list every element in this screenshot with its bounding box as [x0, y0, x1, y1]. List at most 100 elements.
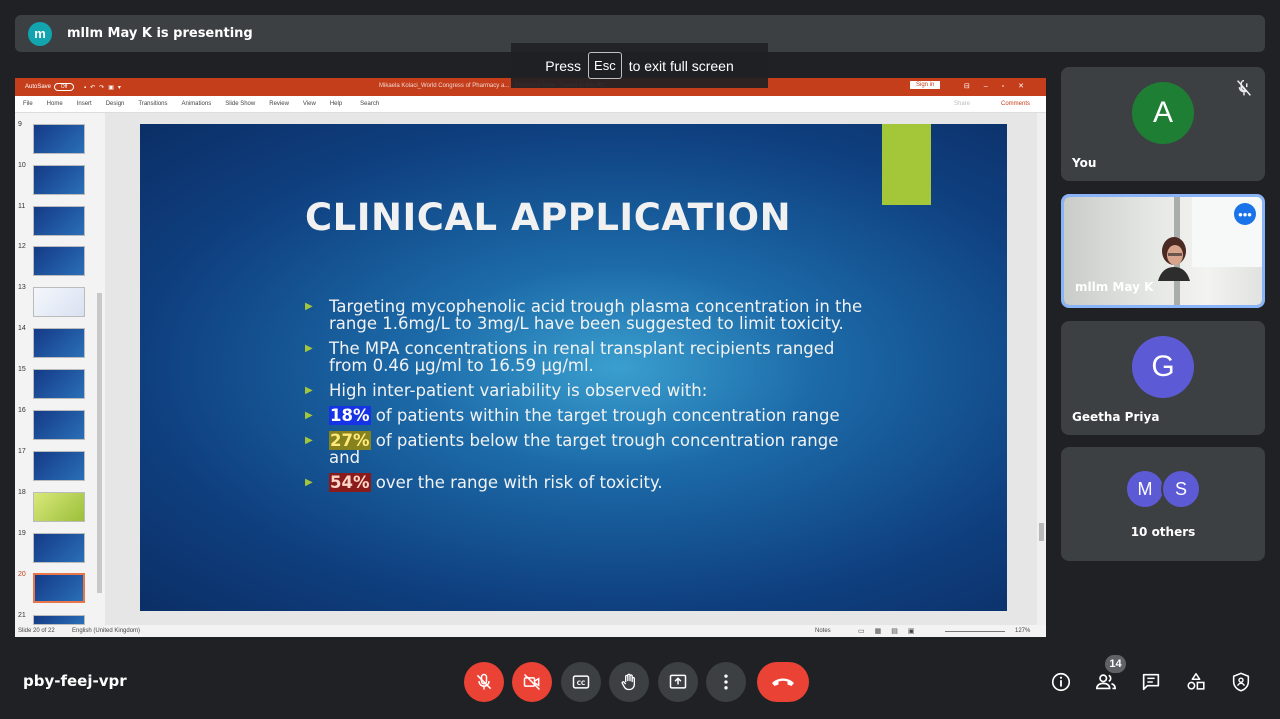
people-button[interactable]: [1093, 669, 1119, 695]
ppt-menu-file: File: [23, 101, 33, 107]
participant-tile-presenter[interactable]: ••• mllm May K: [1061, 194, 1265, 308]
status-language: English (United Kingdom): [72, 628, 141, 634]
ppt-menu-design: Design: [105, 101, 125, 107]
status-notes: Notes: [815, 628, 831, 634]
mic-toggle-button[interactable]: [464, 662, 504, 702]
bullet-item: 27% of patients below the target trough …: [305, 431, 865, 467]
participant-tile-geetha[interactable]: G Geetha Priya: [1061, 321, 1265, 435]
slide-thumbnail: [33, 533, 85, 563]
thumb-number: 18: [18, 489, 26, 496]
thumb-number: 9: [18, 121, 22, 128]
bullet-item: The MPA concentrations in renal transpla…: [305, 340, 865, 374]
raise-hand-button[interactable]: [609, 662, 649, 702]
participant-tile-you[interactable]: A You: [1061, 67, 1265, 181]
slide-thumbnail: [33, 206, 85, 236]
slide-thumbnail: [33, 410, 85, 440]
slide-thumbnail: [33, 287, 85, 317]
thumb-number: 13: [18, 284, 26, 291]
ppt-menu-review: Review: [269, 101, 289, 107]
participant-tile-others[interactable]: M S 10 others: [1061, 447, 1265, 561]
thumb-number: 10: [18, 162, 26, 169]
slide-thumbnail: [33, 369, 85, 399]
ppt-share: Share: [953, 101, 970, 107]
presenter-video-person: [1158, 237, 1190, 281]
slide-thumbnail: [33, 165, 85, 195]
end-call-button[interactable]: [757, 662, 809, 702]
ppt-menu-transitions: Transitions: [138, 101, 168, 107]
more-options-icon: [724, 674, 728, 690]
participant-name: 10 others: [1130, 525, 1196, 539]
status-slide-count: Slide 20 of 22: [18, 628, 55, 634]
bullet-item: Targeting mycophenolic acid trough plasm…: [305, 298, 865, 332]
slide-thumbnail-active: [33, 573, 85, 603]
bullet-item: 54% over the range with risk of toxicity…: [305, 473, 865, 492]
current-slide: CLINICAL APPLICATION Targeting mycopheno…: [140, 124, 1007, 611]
ppt-menu-insert: Insert: [76, 101, 92, 107]
present-icon: [669, 674, 687, 689]
thumb-number: 14: [18, 325, 26, 332]
ppt-status-bar: Slide 20 of 22 English (United Kingdom) …: [15, 625, 1046, 637]
esc-key: Esc: [588, 52, 622, 79]
thumb-number: 21: [18, 612, 26, 619]
meeting-details-button[interactable]: [1048, 669, 1074, 695]
presentation-screen: AutoSave Off ▪↶↷▣▾ Mikaela Kolaci_World …: [15, 78, 1046, 637]
ppt-comments: Comments: [1000, 101, 1030, 107]
chat-button[interactable]: [1138, 669, 1164, 695]
avatar: A: [1132, 82, 1194, 144]
others-avatars: M S: [1125, 469, 1205, 511]
info-icon: [1051, 672, 1071, 692]
slide-scroll-thumb: [1039, 523, 1044, 541]
bullet-text: over the range with risk of toxicity.: [370, 473, 663, 492]
thumb-number: 16: [18, 407, 26, 414]
ppt-menu-slideshow: Slide Show: [225, 101, 256, 107]
slide-accent-bar: [882, 124, 931, 205]
bullet-text: of patients below the target trough conc…: [329, 431, 839, 467]
ppt-ribbon-tabs: File Home Insert Design Transitions Anim…: [15, 96, 1046, 113]
avatar: M: [1125, 469, 1165, 509]
presenter-text: mllm May K is presenting: [67, 26, 253, 41]
thumb-number-active: 20: [18, 571, 26, 578]
slide-thumbnail: [33, 328, 85, 358]
more-options-icon[interactable]: •••: [1234, 203, 1256, 225]
more-options-button[interactable]: [706, 662, 746, 702]
slide-title: CLINICAL APPLICATION: [305, 196, 792, 239]
host-controls-button[interactable]: [1228, 669, 1254, 695]
ppt-menu-view: View: [302, 101, 316, 107]
slide-scrollbar: [1037, 113, 1046, 625]
highlight-18-percent: 18%: [329, 406, 371, 425]
autosave-label: AutoSave: [25, 84, 52, 90]
ppt-menu-home: Home: [46, 101, 63, 107]
bullet-text: Targeting mycophenolic acid trough plasm…: [329, 297, 863, 333]
slide-thumbnail: [33, 615, 85, 625]
bullet-item: High inter-patient variability is observ…: [305, 382, 865, 399]
fullscreen-toast: Press Esc to exit full screen: [511, 43, 768, 88]
host-controls-icon: [1232, 672, 1250, 692]
thumb-number: 11: [18, 203, 26, 210]
camera-toggle-button[interactable]: [512, 662, 552, 702]
activities-button[interactable]: [1183, 669, 1209, 695]
captions-button[interactable]: CC: [561, 662, 601, 702]
meeting-code: pby-feej-vpr: [23, 672, 127, 690]
zoom-slider: [945, 631, 1005, 632]
thumb-number: 12: [18, 243, 26, 250]
camera-off-icon: [523, 673, 541, 691]
thumb-number: 15: [18, 366, 26, 373]
bullet-text: The MPA concentrations in renal transpla…: [329, 339, 835, 375]
participant-name: Geetha Priya: [1072, 410, 1160, 424]
present-button[interactable]: [658, 662, 698, 702]
slide-thumbnails: 9 10 11 12 13 14 15 16 17 18 19 20 21: [15, 113, 105, 625]
slide-thumbnail: [33, 246, 85, 276]
activities-icon: [1187, 672, 1205, 690]
ppt-window-controls-icon: ⊟–▫✕: [963, 83, 1038, 90]
captions-icon: CC: [572, 675, 590, 689]
thumb-number: 17: [18, 448, 26, 455]
thumbnail-scrollbar: [97, 293, 102, 593]
mic-off-icon: [476, 673, 492, 690]
bullet-item: 18% of patients within the target trough…: [305, 406, 865, 425]
mic-off-icon: [1237, 79, 1251, 96]
svg-text:CC: CC: [577, 681, 586, 687]
thumb-number: 19: [18, 530, 26, 537]
slide-thumbnail: [33, 492, 85, 522]
bullet-text: of patients within the target trough con…: [370, 406, 840, 425]
participant-name: You: [1072, 156, 1097, 170]
